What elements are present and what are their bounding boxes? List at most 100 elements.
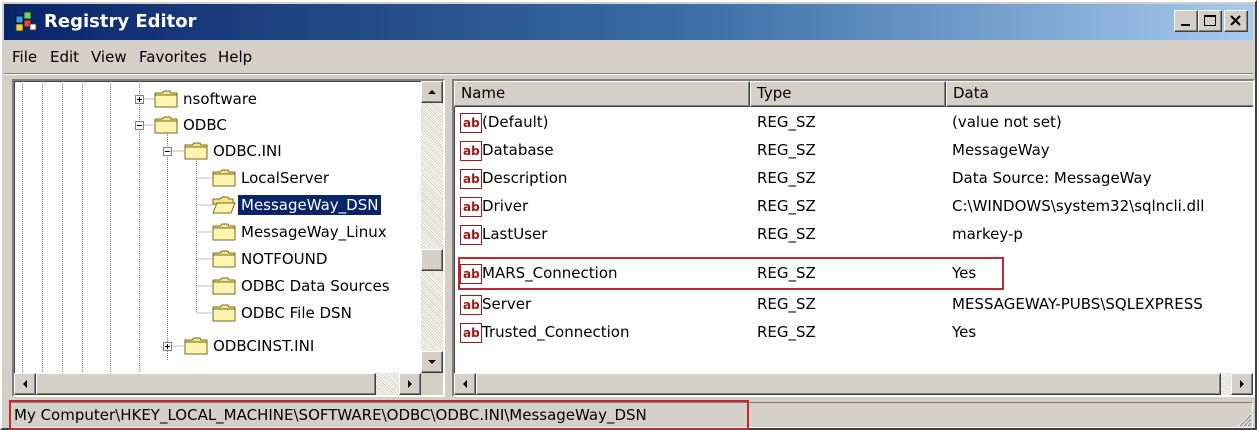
status-bar: My Computer\HKEY_LOCAL_MACHINE\SOFTWARE\… <box>9 400 1253 430</box>
values-list-pane[interactable]: Name Type Data ab (Default) REG_SZ (valu… <box>452 79 1255 397</box>
value-name: Driver <box>482 197 529 215</box>
tree-horizontal-scrollbar[interactable] <box>14 373 421 395</box>
expand-icon[interactable] <box>135 95 144 104</box>
scroll-down-button[interactable] <box>421 351 443 373</box>
scroll-up-button[interactable] <box>421 81 443 103</box>
string-value-icon: ab <box>460 169 482 189</box>
title-bar[interactable]: Registry Editor <box>4 4 1253 40</box>
menu-view[interactable]: View <box>91 48 127 66</box>
value-row-driver[interactable]: ab Driver REG_SZ C:\WINDOWS\system32\sql… <box>454 193 1234 221</box>
value-name: Server <box>482 295 532 313</box>
open-folder-icon <box>212 196 236 214</box>
string-value-icon: ab <box>460 323 482 343</box>
value-data: MESSAGEWAY-PUBS\SQLEXPRESS <box>952 295 1203 313</box>
key-tree: nsoftware ODBC ODBC.INI LocalServer Mess… <box>14 81 421 373</box>
value-type: REG_SZ <box>757 323 816 341</box>
svg-text:ab: ab <box>463 172 480 186</box>
menu-bar: File Edit View Favorites Help <box>4 42 1253 72</box>
folder-icon <box>154 116 178 134</box>
scroll-corner <box>421 373 443 395</box>
svg-text:ab: ab <box>463 144 480 158</box>
value-row-trusted-connection[interactable]: ab Trusted_Connection REG_SZ Yes <box>454 319 1234 347</box>
folder-icon <box>212 223 236 241</box>
value-data: (value not set) <box>952 113 1062 131</box>
minimize-icon <box>1181 24 1190 26</box>
folder-icon <box>212 250 236 268</box>
maximize-button[interactable] <box>1198 10 1222 32</box>
string-value-icon: ab <box>460 295 482 315</box>
value-row-database[interactable]: ab Database REG_SZ MessageWay <box>454 137 1234 165</box>
column-header-name[interactable]: Name <box>454 81 750 107</box>
arrow-down-icon <box>428 360 436 364</box>
highlight-annotation-status-path <box>9 400 749 430</box>
string-value-icon: ab <box>460 113 482 133</box>
expand-icon[interactable] <box>163 342 172 351</box>
value-name: LastUser <box>482 225 548 243</box>
svg-text:ab: ab <box>463 116 480 130</box>
value-row-server[interactable]: ab Server REG_SZ MESSAGEWAY-PUBS\SQLEXPR… <box>454 291 1234 319</box>
column-header-data[interactable]: Data <box>946 81 1253 107</box>
svg-text:ab: ab <box>463 298 480 312</box>
scroll-left-button[interactable] <box>14 373 36 395</box>
value-type: REG_SZ <box>757 113 816 131</box>
arrow-left-icon <box>23 380 27 388</box>
svg-text:ab: ab <box>463 200 480 214</box>
string-value-icon: ab <box>460 141 482 161</box>
minimize-button[interactable] <box>1174 10 1198 32</box>
svg-text:ab: ab <box>463 326 480 340</box>
arrow-left-icon <box>463 380 467 388</box>
value-data: Yes <box>952 323 977 341</box>
value-data: markey-p <box>952 225 1023 243</box>
folder-icon <box>212 277 236 295</box>
folder-icon <box>212 304 236 322</box>
tree-vertical-scrollbar[interactable] <box>421 81 443 373</box>
value-type: REG_SZ <box>757 295 816 313</box>
tree-vertical-scroll-thumb[interactable] <box>421 249 443 271</box>
value-data: Data Source: MessageWay <box>952 169 1152 187</box>
arrow-right-icon <box>1240 380 1244 388</box>
menu-help[interactable]: Help <box>218 48 252 66</box>
folder-icon <box>212 169 236 187</box>
folder-icon <box>184 142 208 160</box>
collapse-icon[interactable] <box>135 121 144 130</box>
collapse-icon[interactable] <box>163 147 172 156</box>
highlight-annotation-mars-connection <box>458 257 1004 290</box>
value-row-description[interactable]: ab Description REG_SZ Data Source: Messa… <box>454 165 1234 193</box>
value-type: REG_SZ <box>757 141 816 159</box>
column-header-type[interactable]: Type <box>750 81 946 107</box>
value-type: REG_SZ <box>757 197 816 215</box>
scroll-right-button[interactable] <box>1231 373 1253 395</box>
menu-separator <box>4 73 1253 75</box>
value-row-lastuser[interactable]: ab LastUser REG_SZ markey-p <box>454 221 1234 249</box>
arrow-right-icon <box>408 380 412 388</box>
value-row-default[interactable]: ab (Default) REG_SZ (value not set) <box>454 109 1234 137</box>
value-name: Description <box>482 169 568 187</box>
close-button[interactable] <box>1224 10 1248 32</box>
value-name: (Default) <box>482 113 549 131</box>
value-data: MessageWay <box>952 141 1050 159</box>
menu-edit[interactable]: Edit <box>50 48 79 66</box>
value-name: Database <box>482 141 554 159</box>
string-value-icon: ab <box>460 225 482 245</box>
window-title: Registry Editor <box>44 11 197 32</box>
registry-icon <box>15 11 37 32</box>
value-data: C:\WINDOWS\system32\sqlncli.dll <box>952 197 1205 215</box>
arrow-up-icon <box>428 90 436 94</box>
list-horizontal-scroll-thumb[interactable] <box>476 373 1221 395</box>
menu-file[interactable]: File <box>12 48 37 66</box>
menu-favorites[interactable]: Favorites <box>139 48 207 66</box>
value-type: REG_SZ <box>757 225 816 243</box>
close-icon <box>1230 15 1241 26</box>
scroll-right-button[interactable] <box>399 373 421 395</box>
scroll-left-button[interactable] <box>454 373 476 395</box>
list-header: Name Type Data <box>454 81 1253 107</box>
tree-horizontal-scroll-thumb[interactable] <box>36 373 376 395</box>
value-name: Trusted_Connection <box>482 323 630 341</box>
resize-grip-icon[interactable] <box>1236 411 1252 427</box>
value-type: REG_SZ <box>757 169 816 187</box>
folder-icon <box>154 90 178 108</box>
string-value-icon: ab <box>460 197 482 217</box>
folder-icon <box>184 337 208 355</box>
key-tree-pane[interactable]: nsoftware ODBC ODBC.INI LocalServer Mess… <box>12 79 445 397</box>
list-horizontal-scrollbar[interactable] <box>454 373 1253 395</box>
